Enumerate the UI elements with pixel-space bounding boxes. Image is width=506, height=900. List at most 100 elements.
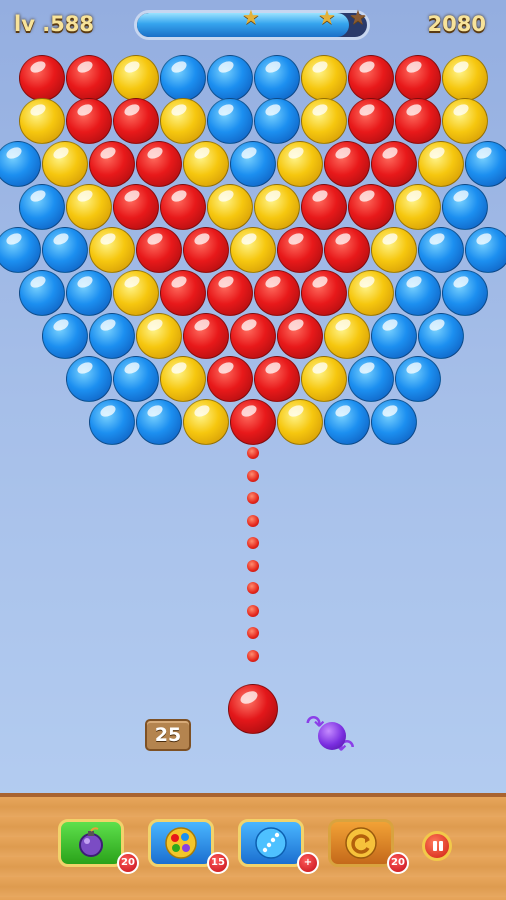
red-bubble (347, 55, 394, 101)
blue-bubble (65, 270, 112, 316)
shots-remaining-counter: 25 (145, 719, 191, 751)
red-bubble (136, 227, 182, 273)
yellow-bubble (324, 313, 370, 359)
blue-bubble (206, 55, 253, 101)
blue-bubble (371, 399, 417, 445)
yellow-bubble (418, 141, 464, 187)
red-bubble (371, 141, 417, 187)
yellow-bubble (183, 399, 229, 445)
yellow-bubble (300, 356, 347, 402)
aim-dot (247, 559, 259, 572)
aim-dot (247, 627, 259, 639)
blue-bubble (0, 227, 41, 273)
red-bubble (159, 270, 206, 316)
yellow-bubble (441, 98, 488, 144)
red-bubble (65, 98, 112, 144)
blue-bubble (394, 270, 441, 316)
red-bubble (89, 141, 135, 187)
blue-bubble (324, 399, 370, 445)
current-bubble[interactable] (228, 684, 278, 734)
aim-dot (247, 514, 259, 527)
aim-line-add-badge[interactable]: + (297, 852, 319, 874)
yellow-bubble (89, 227, 135, 273)
aim-line-icon (255, 827, 287, 859)
rainbow-ball-icon (165, 827, 197, 859)
red-bubble (112, 98, 159, 144)
blue-bubble (253, 98, 300, 144)
blue-bubble (465, 141, 506, 187)
red-bubble (65, 55, 112, 101)
red-bubble (112, 184, 159, 230)
bomb-booster-button[interactable]: 20 (58, 819, 139, 874)
pause-button[interactable] (422, 831, 452, 861)
bomb-icon (79, 827, 103, 857)
refresh-icon (345, 827, 377, 859)
yellow-bubble (300, 98, 347, 144)
blue-bubble (441, 270, 488, 316)
blue-bubble (18, 270, 65, 316)
blue-bubble (418, 313, 464, 359)
red-bubble (324, 141, 370, 187)
aim-dot (247, 582, 259, 594)
red-bubble (347, 184, 394, 230)
red-bubble (277, 227, 323, 273)
yellow-bubble (253, 184, 300, 230)
aim-dot (247, 492, 259, 504)
red-bubble (324, 227, 370, 273)
aim-line-booster-button[interactable]: + (238, 819, 319, 874)
red-bubble (253, 270, 300, 316)
red-bubble (206, 270, 253, 316)
red-bubble (159, 184, 206, 230)
aim-dot (247, 604, 259, 617)
red-bubble (300, 184, 347, 230)
blue-bubble (136, 399, 182, 445)
color-ball-count-badge: 15 (207, 852, 229, 874)
blue-bubble (42, 313, 88, 359)
red-bubble (394, 55, 441, 101)
red-bubble (394, 98, 441, 144)
blue-bubble (89, 313, 135, 359)
blue-bubble (0, 141, 41, 187)
red-bubble (277, 313, 323, 359)
yellow-bubble (371, 227, 417, 273)
red-bubble (206, 356, 253, 402)
booster-bar: 20 15 + 20 (0, 793, 506, 900)
red-bubble (347, 98, 394, 144)
color-ball-booster-button[interactable]: 15 (148, 819, 229, 874)
yellow-bubble (159, 98, 206, 144)
bubble-board[interactable] (0, 0, 506, 460)
aim-dot (247, 447, 259, 459)
blue-bubble (112, 356, 159, 402)
blue-bubble (18, 184, 65, 230)
yellow-bubble (394, 184, 441, 230)
yellow-bubble (65, 184, 112, 230)
blue-bubble (206, 98, 253, 144)
blue-bubble (159, 55, 206, 101)
blue-bubble (42, 227, 88, 273)
yellow-bubble (441, 55, 488, 101)
yellow-bubble (347, 270, 394, 316)
yellow-bubble (277, 399, 323, 445)
yellow-bubble (42, 141, 88, 187)
red-bubble (230, 399, 276, 445)
blue-bubble (230, 141, 276, 187)
yellow-bubble (112, 55, 159, 101)
yellow-bubble (112, 270, 159, 316)
aim-dot (247, 649, 259, 662)
aim-dot (247, 537, 259, 549)
next-bubble[interactable] (318, 722, 346, 750)
swap-booster-button[interactable]: 20 (328, 819, 409, 874)
red-bubble (183, 227, 229, 273)
blue-bubble (65, 356, 112, 402)
aim-dot (247, 469, 259, 482)
blue-bubble (418, 227, 464, 273)
blue-bubble (465, 227, 506, 273)
yellow-bubble (183, 141, 229, 187)
red-bubble (136, 141, 182, 187)
bomb-count-badge: 20 (117, 852, 139, 874)
swap-count-badge: 20 (387, 852, 409, 874)
yellow-bubble (159, 356, 206, 402)
red-bubble (253, 356, 300, 402)
blue-bubble (253, 55, 300, 101)
blue-bubble (394, 356, 441, 402)
